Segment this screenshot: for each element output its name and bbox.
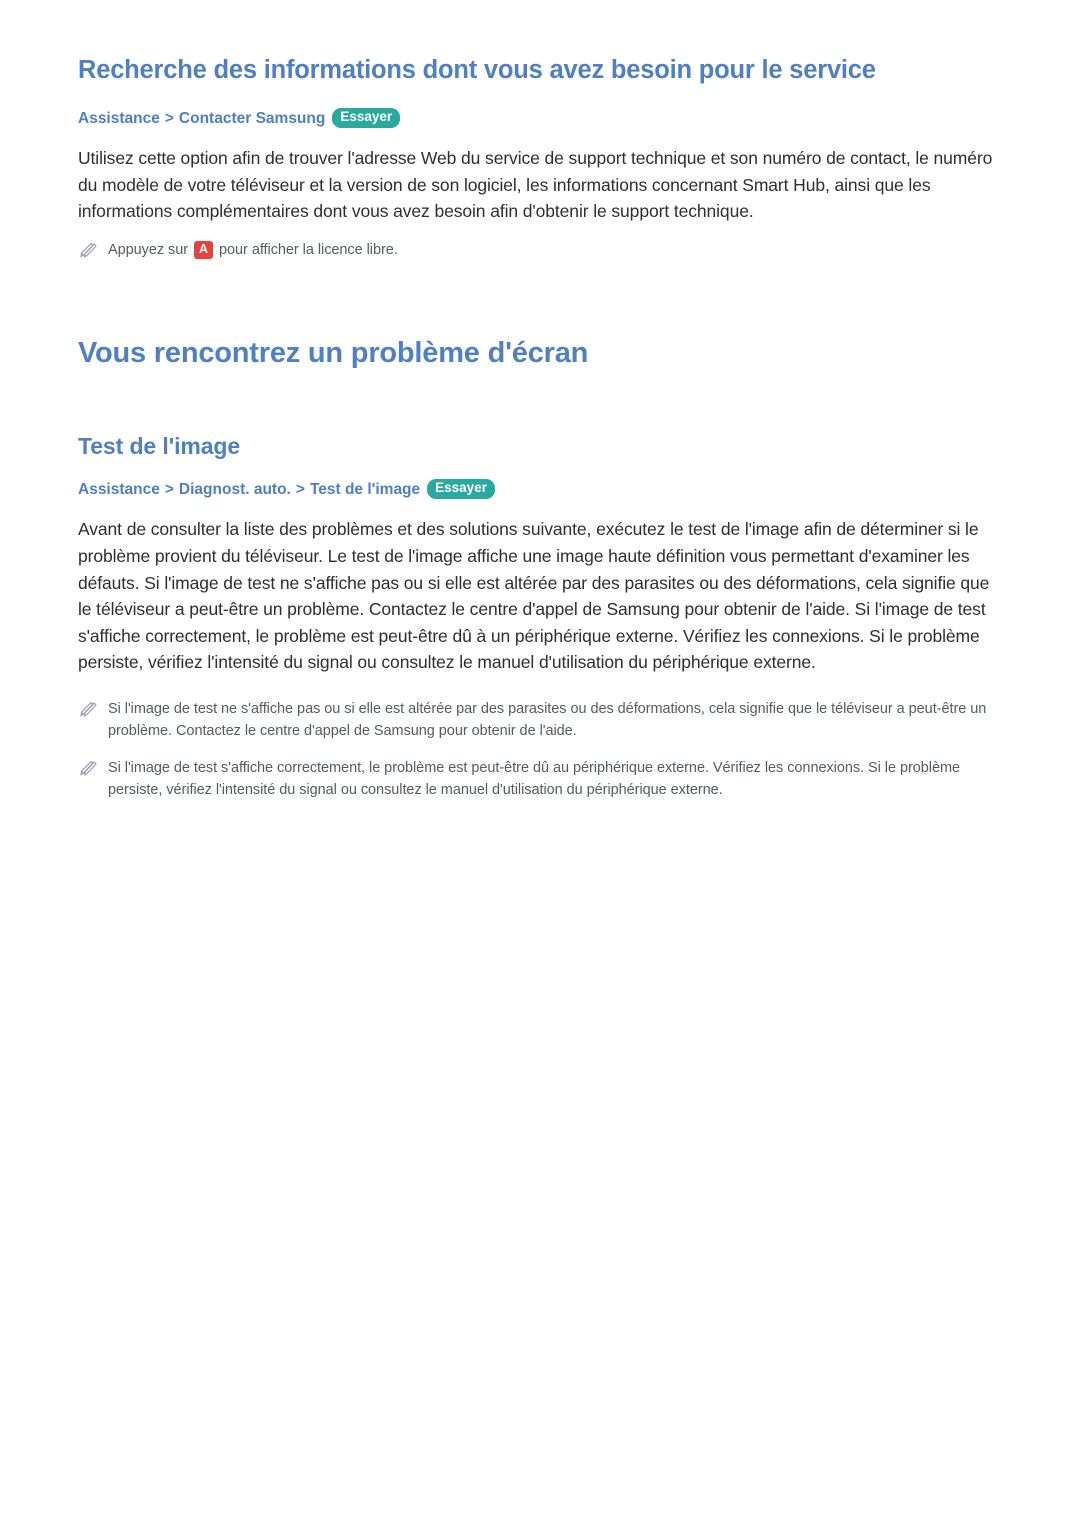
breadcrumb-separator: >: [164, 109, 174, 127]
test-image-paragraph: Avant de consulter la liste des problème…: [78, 519, 990, 673]
note-suffix: pour afficher la licence libre.: [219, 241, 398, 258]
pencil-icon: [78, 698, 108, 719]
essayer-badge[interactable]: Essayer: [332, 108, 401, 128]
document-page: Recherche des informations dont vous ave…: [0, 0, 1080, 1527]
chapter-title-probleme-ecran: Vous rencontrez un problème d'écran: [78, 337, 589, 370]
note-licence-libre: Appuyez sur A pour afficher la licence l…: [78, 239, 1002, 261]
section-title-test-image: Test de l'image: [78, 432, 241, 459]
note-item: Si l'image de test s'affiche correctemen…: [78, 757, 1002, 802]
breadcrumb-test-image: Assistance > Diagnost. auto. > Test de l…: [78, 479, 1002, 500]
key-a-badge[interactable]: A: [194, 240, 214, 260]
breadcrumb-part-assistance-2[interactable]: Assistance: [78, 480, 160, 500]
note-licence-text: Appuyez sur A pour afficher la licence l…: [108, 239, 398, 261]
breadcrumb-part-diagnost-auto[interactable]: Diagnost. auto.: [179, 480, 291, 500]
page-title: Recherche des informations dont vous ave…: [78, 56, 876, 84]
breadcrumb-separator: >: [295, 481, 305, 499]
breadcrumb-part-test-image[interactable]: Test de l'image: [310, 480, 420, 500]
note-item: Si l'image de test ne s'affiche pas ou s…: [78, 698, 1002, 743]
notes-list: Si l'image de test ne s'affiche pas ou s…: [78, 698, 1002, 802]
note-text: Si l'image de test s'affiche correctemen…: [108, 759, 961, 799]
intro-paragraph: Utilisez cette option afin de trouver l'…: [78, 148, 993, 222]
pencil-icon: [78, 239, 108, 260]
pencil-icon: [78, 757, 108, 778]
breadcrumb-contacter-samsung: Assistance > Contacter Samsung Essayer: [78, 108, 1002, 129]
essayer-badge[interactable]: Essayer: [427, 479, 495, 500]
breadcrumb-part-assistance[interactable]: Assistance: [78, 109, 160, 129]
note-text: Si l'image de test ne s'affiche pas ou s…: [108, 700, 987, 740]
breadcrumb-part-contacter-samsung[interactable]: Contacter Samsung: [179, 109, 325, 129]
breadcrumb-separator: >: [164, 481, 174, 499]
note-prefix: Appuyez sur: [108, 241, 189, 258]
